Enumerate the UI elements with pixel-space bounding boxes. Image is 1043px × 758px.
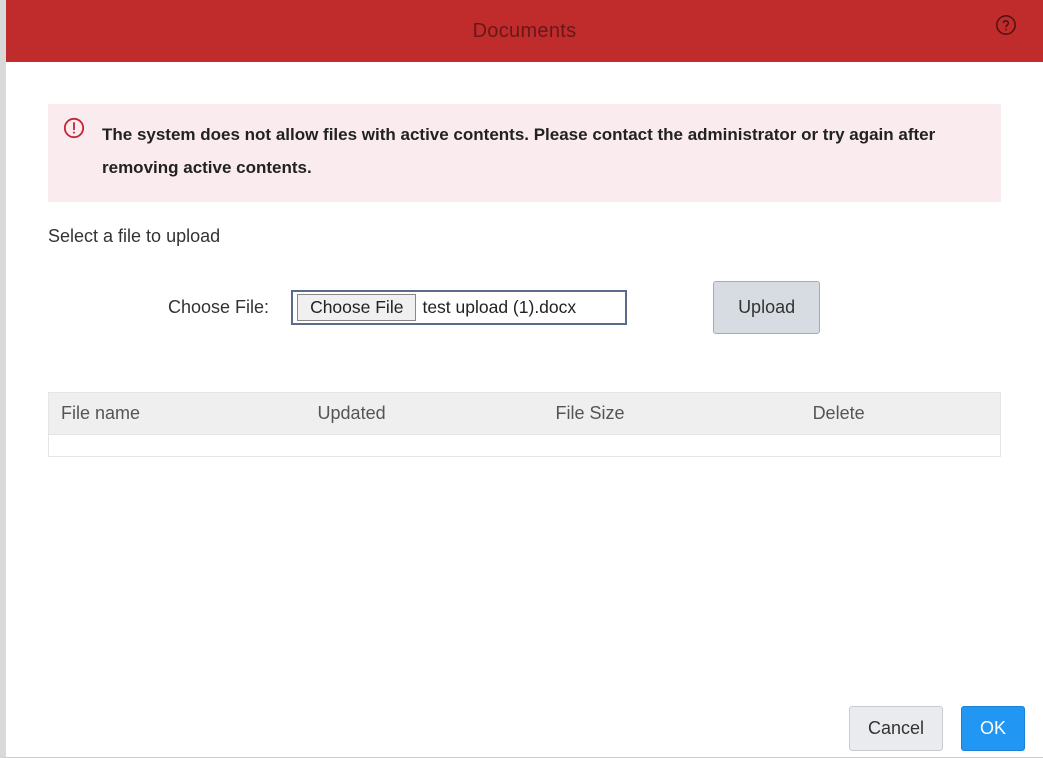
modal-header: Documents	[6, 0, 1043, 62]
table-header: File name Updated File Size Delete	[49, 393, 1001, 435]
col-file-name: File name	[49, 393, 306, 435]
exclamation-circle-icon	[63, 117, 85, 139]
cancel-button[interactable]: Cancel	[849, 706, 943, 751]
files-table: File name Updated File Size Delete	[48, 392, 1001, 457]
documents-modal: Documents The system does not allow file…	[0, 0, 1043, 758]
modal-title: Documents	[473, 20, 577, 43]
file-input[interactable]: Choose File test upload (1).docx	[291, 290, 627, 325]
error-message: The system does not allow files with act…	[102, 118, 983, 184]
upload-row: Choose File: Choose File test upload (1)…	[48, 281, 1001, 334]
error-alert: The system does not allow files with act…	[48, 104, 1001, 202]
upload-button[interactable]: Upload	[713, 281, 820, 334]
select-file-label: Select a file to upload	[48, 226, 1001, 247]
modal-footer: Cancel OK	[6, 699, 1043, 757]
choose-file-button[interactable]: Choose File	[297, 294, 416, 321]
col-delete: Delete	[801, 393, 1001, 435]
selected-file-name: test upload (1).docx	[422, 297, 576, 318]
col-file-size: File Size	[544, 393, 801, 435]
table-row	[49, 435, 1001, 457]
choose-file-label: Choose File:	[168, 297, 269, 318]
ok-button[interactable]: OK	[961, 706, 1025, 751]
col-updated: Updated	[306, 393, 544, 435]
modal-content: The system does not allow files with act…	[6, 62, 1043, 457]
help-icon[interactable]	[995, 14, 1017, 36]
